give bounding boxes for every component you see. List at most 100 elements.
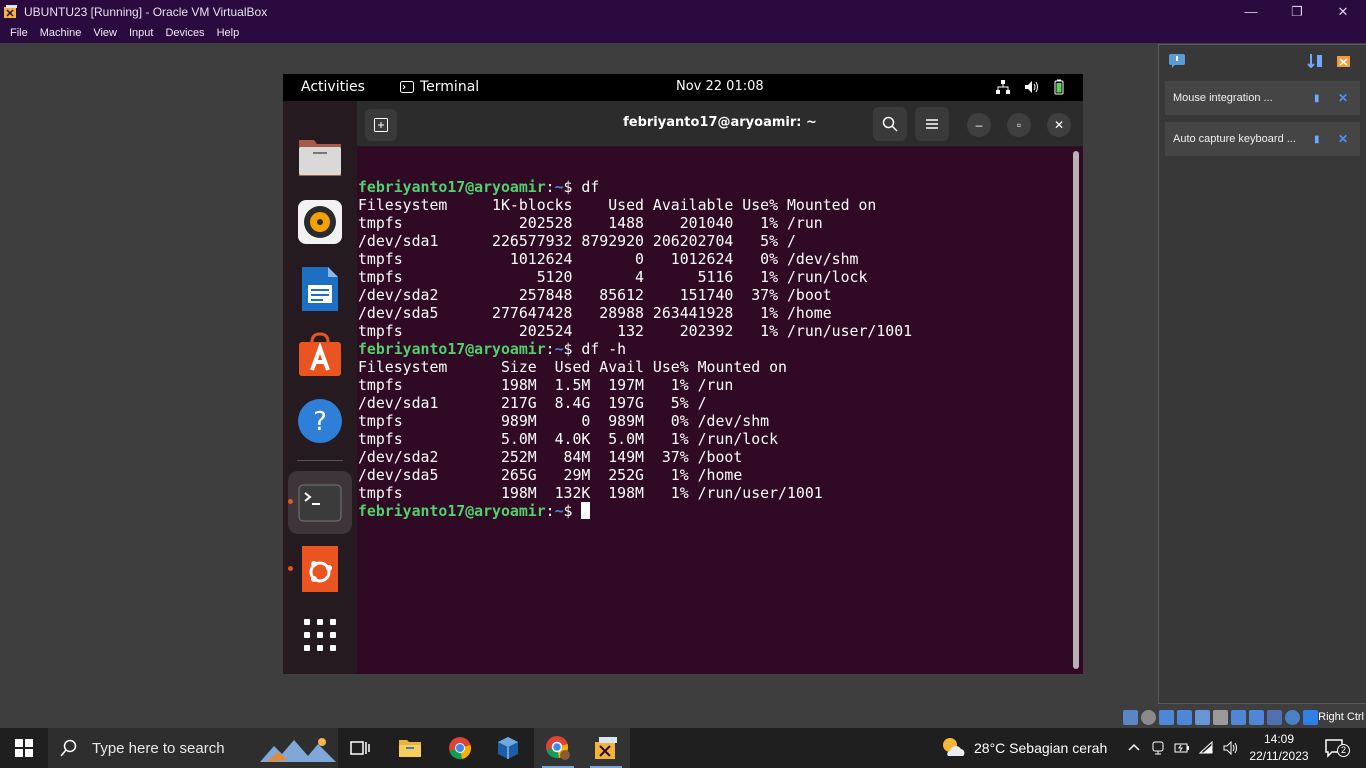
restore-button[interactable]: ❐ <box>1274 0 1320 23</box>
gnome-clock[interactable]: Nov 22 01:08 <box>676 79 764 94</box>
notification-auto-capture[interactable]: Auto capture keyboard ... ▮ ✕ <box>1165 122 1360 156</box>
rhythmbox-icon[interactable] <box>296 198 344 246</box>
chevron-up-icon[interactable] <box>1126 740 1142 756</box>
weather-text: 28°C Sebagian cerah <box>974 740 1108 756</box>
chrome-button[interactable] <box>436 728 484 768</box>
virtualbox-vm-button[interactable] <box>582 728 630 768</box>
network-wired-icon <box>996 80 1010 94</box>
notification-center-button[interactable]: 2 <box>1324 738 1350 758</box>
menu-button[interactable] <box>915 107 949 141</box>
output-line: tmpfs 5.0M 4.0K 5.0M 1% /run/lock <box>358 430 779 448</box>
network-icon[interactable] <box>1177 710 1192 725</box>
pin-icon[interactable]: ▮ <box>1314 134 1328 145</box>
virtualbox-taskbar-button[interactable] <box>484 728 532 768</box>
command-text: df <box>581 178 600 196</box>
menu-help[interactable]: Help <box>211 27 246 39</box>
taskbar-clock[interactable]: 14:09 22/11/2023 <box>1244 731 1314 765</box>
system-menu[interactable] <box>995 79 1067 95</box>
help-icon[interactable]: ? <box>296 397 344 445</box>
taskbar-search[interactable]: Type here to search <box>48 728 338 768</box>
vt-x-icon[interactable] <box>1267 710 1282 725</box>
hard-disk-icon[interactable] <box>1123 710 1138 725</box>
search-highlight-illustration-icon <box>260 738 336 762</box>
menu-input[interactable]: Input <box>123 27 159 39</box>
guest-additions-icon[interactable] <box>1285 710 1300 725</box>
menu-machine[interactable]: Machine <box>34 27 88 39</box>
recording-icon[interactable] <box>1249 710 1264 725</box>
terminal-output[interactable]: febriyanto17@aryoamir:~$ df Filesystem 1K… <box>357 178 1083 674</box>
output-line: tmpfs 989M 0 989M 0% /dev/shm <box>358 412 770 430</box>
output-line: /dev/sda1 226577932 8792920 206202704 5%… <box>358 232 796 250</box>
notification-mouse-integration[interactable]: Mouse integration ... ▮ ✕ <box>1165 81 1360 115</box>
keyboard-capture-icon[interactable] <box>1303 710 1318 725</box>
optical-drive-icon[interactable] <box>1141 710 1156 725</box>
output-line: tmpfs 1012624 0 1012624 0% /dev/shm <box>358 250 859 268</box>
minimize-button[interactable]: – <box>967 113 991 137</box>
prompt-path: ~ <box>554 340 564 358</box>
prompt-user: febriyanto17@aryoamir <box>358 502 546 520</box>
chrome-icon <box>449 737 471 760</box>
show-apps-icon[interactable] <box>296 611 344 659</box>
prompt-line: febriyanto17@aryoamir:~$ df -h <box>358 340 627 358</box>
maximize-button[interactable]: ▫ <box>1007 113 1031 137</box>
battery-charging-icon[interactable] <box>1174 740 1190 756</box>
system-tray <box>1126 740 1238 756</box>
close-button[interactable]: ✕ <box>1320 0 1366 23</box>
hamburger-icon <box>926 119 938 129</box>
files-icon[interactable] <box>296 132 344 180</box>
window-title: UBUNTU23 [Running] - Oracle VM VirtualBo… <box>24 4 268 19</box>
usb-icon[interactable] <box>1195 710 1210 725</box>
wifi-icon[interactable] <box>1198 740 1214 756</box>
output-line: /dev/sda2 252M 84M 149M 37% /boot <box>358 448 743 466</box>
search-button[interactable] <box>873 107 907 141</box>
terminal-headerbar: febriyanto17@aryoamir: ~ – ▫ ✕ <box>357 101 1083 147</box>
windows-taskbar: Type here to search 28°C Sebagian cerah … <box>0 728 1366 768</box>
menu-view[interactable]: View <box>87 27 123 39</box>
display-icon[interactable] <box>1231 710 1246 725</box>
file-explorer-button[interactable] <box>386 728 434 768</box>
clock-date: 22/11/2023 <box>1249 749 1309 763</box>
meet-now-icon[interactable] <box>1150 740 1166 756</box>
menu-file[interactable]: File <box>4 27 34 39</box>
pin-icon[interactable]: ▮ <box>1314 93 1328 104</box>
output-line: tmpfs 202524 132 202392 1% /run/user/100… <box>358 322 913 340</box>
menu-devices[interactable]: Devices <box>159 27 210 39</box>
host-key-label: Right Ctrl <box>1318 711 1364 723</box>
speaker-icon[interactable] <box>1222 740 1238 756</box>
search-icon <box>882 116 898 132</box>
shared-folders-icon[interactable] <box>1213 710 1228 725</box>
file-explorer-icon <box>399 740 421 757</box>
message-center-icon[interactable] <box>1168 53 1186 69</box>
vbox-statusbar: Right Ctrl <box>0 708 1366 728</box>
running-indicator <box>288 499 293 504</box>
app-center-icon[interactable] <box>296 330 344 378</box>
output-line: /dev/sda2 257848 85612 151740 37% /boot <box>358 286 832 304</box>
ubuntu-icon[interactable] <box>296 544 344 592</box>
clear-all-icon[interactable] <box>1335 53 1353 69</box>
virtualbox-manager-icon <box>498 737 518 759</box>
activities-button[interactable]: Activities <box>301 79 365 95</box>
output-line: tmpfs 5120 4 5116 1% /run/lock <box>358 268 868 286</box>
dismiss-icon[interactable]: ✕ <box>1338 132 1352 146</box>
libreoffice-writer-icon[interactable] <box>296 265 344 313</box>
weather-widget[interactable]: 28°C Sebagian cerah <box>940 728 1107 768</box>
terminal-window: febriyanto17@aryoamir: ~ – ▫ ✕ febriyant… <box>357 101 1083 674</box>
chrome-profile-button[interactable] <box>534 728 582 768</box>
sort-icon[interactable] <box>1306 53 1324 69</box>
task-view-button[interactable] <box>336 728 384 768</box>
vbox-titlebar: UBUNTU23 [Running] - Oracle VM VirtualBo… <box>0 0 1366 23</box>
ubuntu-dock: ? <box>283 101 357 674</box>
app-menu[interactable]: Terminal <box>400 79 479 95</box>
output-line: /dev/sda5 277647428 28988 263441928 1% /… <box>358 304 832 322</box>
prompt-user: febriyanto17@aryoamir <box>358 178 546 196</box>
terminal-small-icon <box>400 81 414 93</box>
audio-icon[interactable] <box>1159 710 1174 725</box>
dismiss-icon[interactable]: ✕ <box>1338 91 1352 105</box>
minimize-button[interactable]: — <box>1228 0 1274 23</box>
output-line: Filesystem 1K-blocks Used Available Use%… <box>358 196 877 214</box>
search-icon <box>60 739 77 757</box>
terminal-icon[interactable] <box>296 479 344 527</box>
close-button[interactable]: ✕ <box>1047 113 1071 137</box>
start-button[interactable] <box>0 728 48 768</box>
output-line: tmpfs 198M 132K 198M 1% /run/user/1001 <box>358 484 823 502</box>
